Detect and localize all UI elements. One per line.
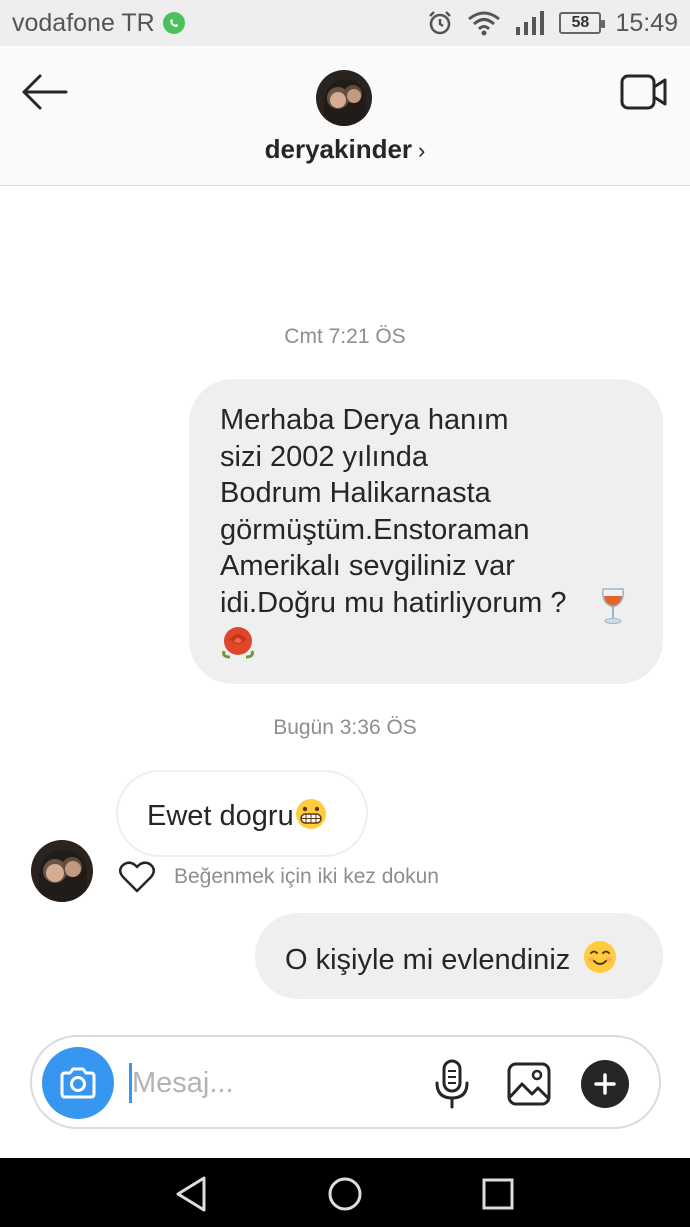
chat-username[interactable]: deryakinder › [0,134,690,165]
smiling-face-emoji-icon [584,941,617,973]
heart-icon[interactable] [118,860,156,894]
sender-avatar[interactable] [31,840,93,902]
whatsapp-notification-icon [162,12,185,34]
gallery-icon[interactable] [506,1061,552,1107]
camera-button[interactable] [42,1047,114,1119]
nav-home-icon[interactable] [325,1174,365,1214]
nav-recents-icon[interactable] [478,1174,518,1214]
rose-emoji-icon [222,627,254,659]
microphone-icon[interactable] [432,1059,472,1109]
status-left: vodafone TR [12,9,185,38]
video-call-icon[interactable] [620,72,668,112]
carrier-label: vodafone TR [12,8,155,37]
incoming-message-bubble[interactable]: Ewet dogru [116,770,368,857]
message-text: Ewet dogru [147,800,294,832]
camera-icon [60,1067,96,1099]
plus-icon [594,1073,616,1095]
chat-header: deryakinder › [0,46,690,186]
like-row: Beğenmek için iki kez dokun [118,860,439,894]
status-bar: vodafone TR 58 15:49 [0,0,690,46]
wifi-icon [468,11,501,36]
header-avatar[interactable] [316,70,372,126]
username-label: deryakinder [264,134,413,164]
signal-icon [516,11,545,35]
more-options-button[interactable] [581,1060,629,1108]
outgoing-message-bubble[interactable]: O kişiyle mi evlendiniz [255,913,663,999]
alarm-icon [429,11,452,35]
wine-glass-emoji-icon [601,588,625,624]
message-timestamp: Bugün 3:36 ÖS [273,716,417,739]
status-right: 58 15:49 [427,9,678,38]
grinning-face-emoji-icon [295,799,326,829]
nav-back-icon[interactable] [172,1174,212,1214]
message-text: Merhaba Derya hanım sizi 2002 yılında Bo… [220,404,567,619]
battery-indicator: 58 [559,12,606,34]
chevron-right-icon: › [418,138,426,163]
back-arrow-icon[interactable] [20,72,70,112]
clock: 15:49 [615,8,678,37]
system-nav-bar [0,1158,690,1227]
message-composer [30,1035,661,1129]
message-input[interactable] [132,1057,412,1109]
message-timestamp: Cmt 7:21 ÖS [284,325,406,348]
double-tap-hint: Beğenmek için iki kez dokun [174,865,439,888]
message-text: O kişiyle mi evlendiniz [285,944,571,976]
outgoing-message-bubble[interactable]: Merhaba Derya hanım sizi 2002 yılında Bo… [189,379,663,684]
